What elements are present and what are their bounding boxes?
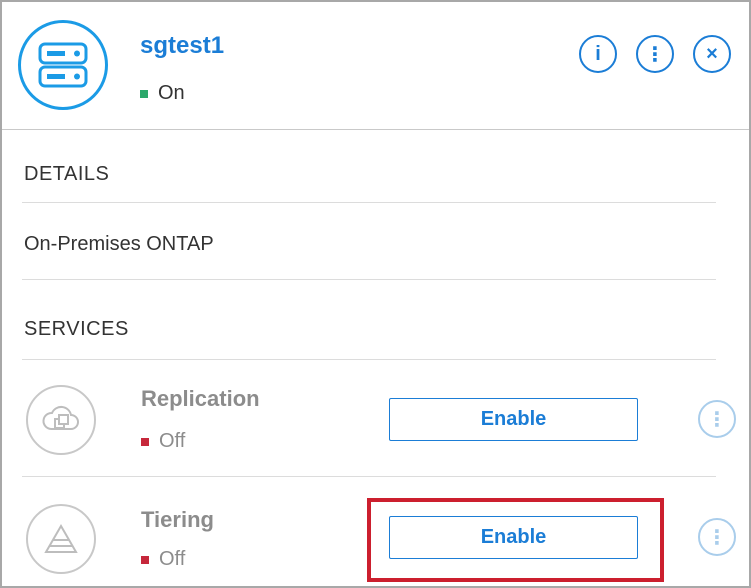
replication-more-button[interactable]: ⋮ [698,400,736,438]
service-status-label: Off [159,430,186,452]
divider [22,279,716,280]
divider [22,359,716,360]
info-button[interactable]: i [579,35,617,73]
close-button[interactable]: × [693,35,731,73]
service-status-replication: Off [141,430,185,453]
environment-status: On [140,82,185,105]
highlight-box [367,498,664,582]
status-on-indicator [140,89,148,98]
divider [22,476,716,477]
environment-status-label: On [158,82,185,104]
environment-panel: sgtest1 On i ⋮ × DETAILS On-Premises ONT… [0,0,751,588]
enable-replication-button[interactable]: Enable [389,398,638,441]
services-section-title: SERVICES [24,318,129,340]
service-status-tiering: Off [141,548,185,571]
storage-server-icon [18,20,108,110]
status-off-indicator [141,437,149,446]
more-actions-button[interactable]: ⋮ [636,35,674,73]
tiering-more-button[interactable]: ⋮ [698,518,736,556]
service-name-tiering: Tiering [141,507,214,532]
details-section-title: DETAILS [24,163,110,185]
divider [22,202,716,203]
service-name-replication: Replication [141,386,260,411]
cloud-replication-icon [26,385,96,455]
tiering-pyramid-icon [26,504,96,574]
service-status-label: Off [159,548,186,570]
status-off-indicator [141,555,149,564]
panel-header: sgtest1 On i ⋮ × [2,2,749,130]
environment-type: On-Premises ONTAP [24,233,214,255]
environment-name: sgtest1 [140,32,225,59]
